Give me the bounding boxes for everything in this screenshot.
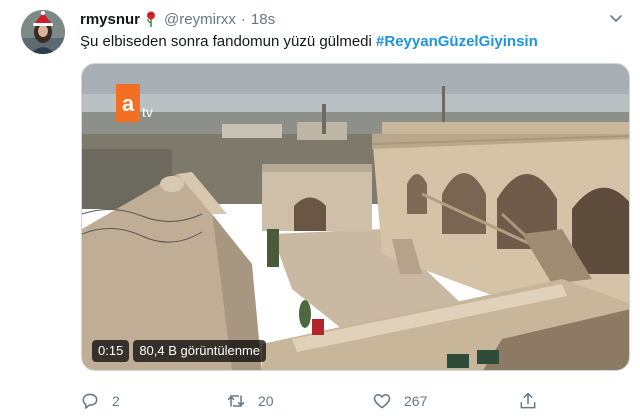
share-button[interactable]	[518, 388, 538, 414]
atv-logo: a tv	[116, 84, 153, 122]
avatar[interactable]	[21, 10, 65, 54]
svg-text:a: a	[122, 91, 135, 116]
retweet-button[interactable]: 20	[226, 388, 274, 414]
video-player[interactable]: a tv 0:15 80,4 B görüntülenme	[81, 63, 630, 371]
video-thumbnail	[82, 64, 629, 370]
retweet-icon	[227, 395, 245, 407]
reply-icon	[82, 393, 98, 409]
tweet-timestamp[interactable]: 18s	[251, 11, 275, 28]
share-icon	[520, 392, 536, 409]
tweet: rmysnur @reymirxx · 18s Şu elbiseden son…	[0, 0, 640, 418]
svg-text:tv: tv	[142, 104, 153, 120]
reply-count: 2	[112, 393, 120, 409]
user-handle[interactable]: @reymirxx	[164, 11, 236, 28]
like-button[interactable]: 267	[372, 388, 427, 414]
hashtag-link[interactable]: #ReyyanGüzelGiyinsin	[376, 33, 538, 50]
heart-icon	[373, 394, 391, 409]
like-count: 267	[404, 393, 428, 409]
tweet-header: rmysnur @reymirxx · 18s	[80, 9, 275, 29]
retweet-count: 20	[258, 393, 274, 409]
reply-button[interactable]: 2	[80, 388, 120, 414]
tweet-body: Şu elbiseden sonra fandomun yüzü gülmedi	[80, 33, 377, 50]
video-view-count: 80,4 B görüntülenme	[133, 340, 267, 362]
avatar-image	[21, 10, 65, 54]
video-info-badges: 0:15 80,4 B görüntülenme	[92, 340, 267, 362]
header-separator: ·	[240, 10, 246, 28]
display-name[interactable]: rmysnur	[80, 11, 140, 28]
chevron-down-icon[interactable]	[608, 10, 624, 26]
rose-emoji-icon	[147, 11, 156, 27]
video-duration: 0:15	[92, 340, 130, 362]
tweet-actions: 2 20 267	[80, 388, 550, 414]
tweet-text: Şu elbiseden sonra fandomun yüzü gülmedi…	[80, 32, 538, 52]
